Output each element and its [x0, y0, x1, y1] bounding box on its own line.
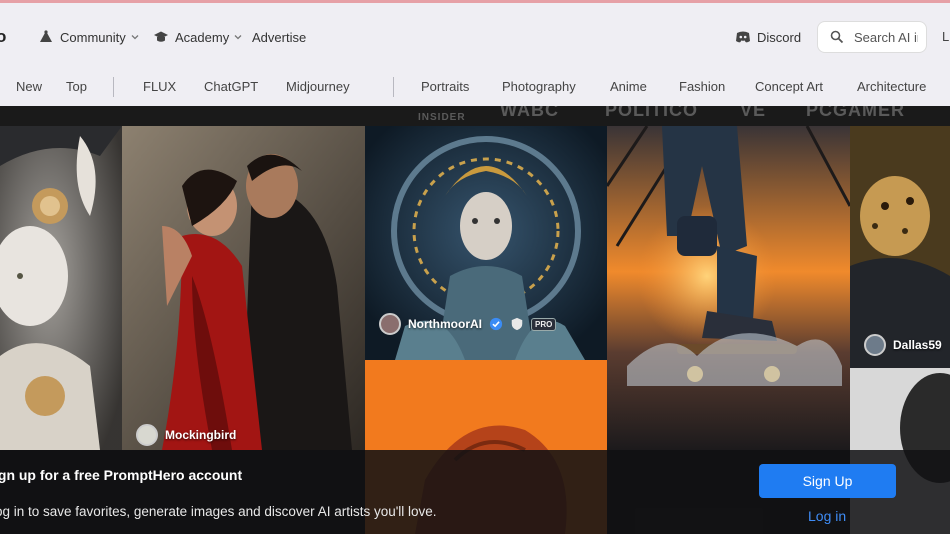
log-in-link[interactable]: Log in [808, 508, 846, 524]
verified-icon [489, 317, 503, 331]
signup-title: ign up for a free PromptHero account [0, 467, 243, 483]
search-box[interactable] [817, 21, 927, 53]
nav-academy[interactable]: Academy [153, 17, 242, 57]
author-tag[interactable]: NorthmoorAI PRO [379, 313, 557, 335]
tab-anime[interactable]: Anime [610, 79, 647, 94]
nav-advertise[interactable]: Advertise [252, 17, 306, 57]
site-logo[interactable]: o [0, 27, 6, 47]
login-link-fragment[interactable]: L [942, 29, 949, 44]
gallery-image-leopard-suit[interactable]: Dallas59 [850, 126, 950, 368]
gallery-image-dancing-couple[interactable]: Mockingbird [122, 126, 365, 450]
tab-portraits[interactable]: Portraits [421, 79, 469, 94]
community-icon [40, 30, 52, 42]
category-bar: New Top FLUX ChatGPT Midjourney Portrait… [0, 69, 950, 107]
author-tag[interactable]: Dallas59 [864, 334, 942, 356]
discord-link[interactable]: Discord [735, 17, 801, 57]
avatar[interactable] [136, 424, 158, 446]
shield-icon [511, 317, 523, 331]
discord-icon [736, 31, 750, 43]
tab-architecture[interactable]: Architecture [857, 79, 926, 94]
nav-community-label: Community [60, 29, 126, 45]
tab-midjourney[interactable]: Midjourney [286, 79, 350, 94]
nav-community[interactable]: Community [38, 17, 139, 57]
author-tag[interactable]: Mockingbird [136, 424, 236, 446]
tab-top[interactable]: Top [66, 79, 87, 94]
main-nav: o Community Academy Advertise Discord Se… [0, 17, 950, 57]
sign-up-button[interactable]: Sign Up [759, 464, 896, 498]
author-name[interactable]: NorthmoorAI [408, 317, 482, 331]
signup-subtitle: og in to save favorites, generate images… [0, 504, 437, 519]
avatar[interactable] [864, 334, 886, 356]
search-input[interactable] [854, 29, 918, 45]
tab-chatgpt[interactable]: ChatGPT [204, 79, 258, 94]
tab-flux[interactable]: FLUX [143, 79, 176, 94]
graduation-cap-icon [154, 31, 168, 42]
tab-concept-art[interactable]: Concept Art [755, 79, 823, 94]
author-name[interactable]: Dallas59 [893, 338, 942, 352]
nav-academy-label: Academy [175, 29, 230, 45]
tab-photography[interactable]: Photography [502, 79, 576, 94]
site-header: o Community Academy Advertise Discord Se… [0, 0, 950, 106]
brand-logo: INSIDER [418, 112, 466, 123]
category-divider [393, 77, 394, 97]
gallery-image-golden-queen[interactable]: NorthmoorAI PRO [365, 126, 607, 360]
search-icon [830, 30, 844, 44]
chevron-down-icon [234, 35, 242, 40]
chevron-down-icon [131, 35, 139, 40]
avatar[interactable] [379, 313, 401, 335]
tab-fashion[interactable]: Fashion [679, 79, 725, 94]
tab-new[interactable]: New [16, 79, 42, 94]
pro-badge: PRO [531, 317, 557, 331]
gallery-image-porcelain-warrior[interactable] [0, 126, 122, 450]
signup-banner: ign up for a free PromptHero account og … [0, 450, 950, 534]
author-name[interactable]: Mockingbird [165, 428, 236, 442]
gallery-image-skateboard-splash[interactable] [607, 126, 850, 450]
nav-advertise-label: Advertise [252, 29, 307, 45]
discord-label: Discord [757, 29, 802, 45]
category-divider [113, 77, 114, 97]
